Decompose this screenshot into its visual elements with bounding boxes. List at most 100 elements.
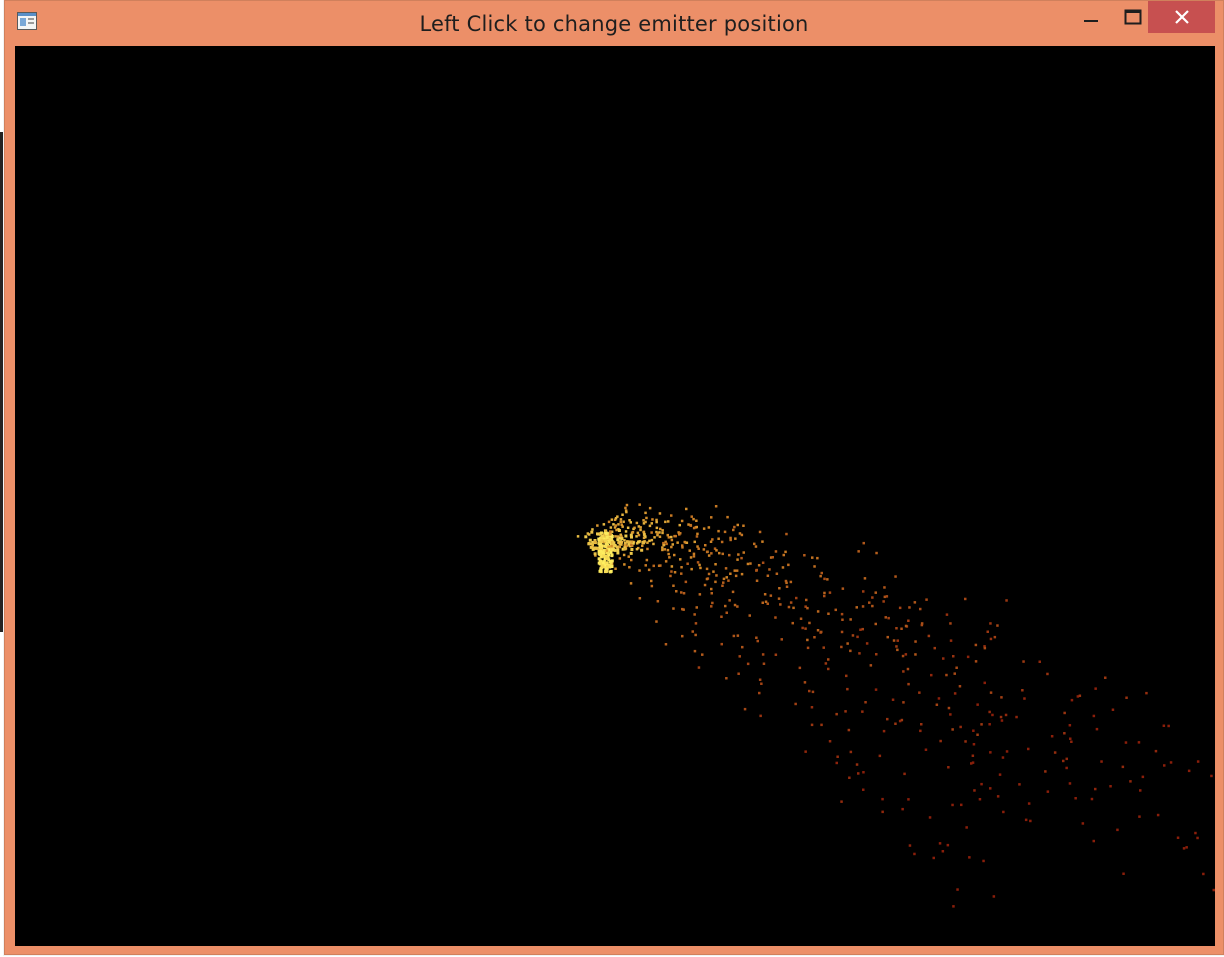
- particle: [680, 572, 683, 575]
- particle: [856, 635, 859, 639]
- particle: [904, 653, 908, 656]
- particle: [620, 537, 624, 541]
- particle: [1063, 711, 1066, 715]
- particle: [688, 549, 691, 552]
- particle: [618, 557, 622, 560]
- particle: [590, 530, 594, 534]
- particle: [676, 541, 679, 544]
- particle: [605, 542, 608, 546]
- particle: [725, 677, 728, 680]
- particle: [804, 627, 807, 630]
- particle: [1004, 713, 1008, 717]
- particle: [620, 541, 623, 544]
- particle: [761, 561, 765, 564]
- particle: [604, 561, 608, 565]
- particle: [680, 591, 683, 594]
- particle: [652, 542, 655, 546]
- particle: [828, 591, 832, 594]
- particle: [875, 551, 878, 555]
- particle: [691, 630, 694, 633]
- particle: [844, 710, 847, 713]
- particle: [1069, 737, 1072, 740]
- particle: [589, 545, 593, 549]
- close-button[interactable]: [1148, 1, 1215, 33]
- particle: [841, 587, 845, 590]
- particle: [1027, 802, 1031, 805]
- particle: [1065, 766, 1068, 770]
- particle: [1000, 696, 1003, 699]
- particle: [642, 540, 646, 544]
- particle: [682, 608, 685, 611]
- particle: [988, 723, 991, 726]
- particle: [865, 642, 869, 645]
- particle: [947, 706, 951, 710]
- particle: [784, 579, 788, 583]
- particle: [881, 797, 884, 801]
- particle: [603, 539, 607, 543]
- particle: [903, 772, 906, 776]
- app-window: Left Click to change emitter position: [4, 0, 1224, 955]
- particle: [907, 619, 910, 622]
- particle: [795, 596, 798, 600]
- particle: [1050, 735, 1054, 738]
- particle: [670, 514, 673, 517]
- particle: [1145, 691, 1148, 695]
- particle: [733, 603, 737, 607]
- particle: [964, 597, 967, 601]
- particle: [875, 653, 878, 656]
- particle: [1125, 696, 1128, 699]
- particle: [670, 565, 674, 568]
- particle: [618, 545, 621, 549]
- particle: [698, 563, 701, 567]
- particle: [623, 539, 626, 542]
- particle: [827, 667, 830, 671]
- particle: [983, 681, 986, 685]
- particle: [762, 662, 766, 665]
- particle: [895, 645, 898, 648]
- particle: [1046, 672, 1049, 676]
- particle: [625, 503, 629, 507]
- particle: [644, 511, 647, 515]
- particle: [698, 593, 702, 596]
- particle: [974, 643, 978, 647]
- particle: [627, 555, 630, 558]
- particle: [761, 653, 765, 656]
- particle: [1029, 819, 1032, 823]
- particle: [1122, 872, 1125, 875]
- particle: [754, 545, 758, 548]
- particle: [1163, 764, 1166, 767]
- particle: [696, 532, 699, 536]
- particle: [861, 710, 864, 713]
- particle: [904, 624, 908, 628]
- particle: [622, 520, 625, 523]
- particle: [748, 614, 751, 617]
- particle: [608, 560, 612, 563]
- particle: [913, 601, 917, 604]
- particle-canvas[interactable]: [15, 46, 1215, 946]
- particle: [615, 528, 618, 532]
- title-bar[interactable]: Left Click to change emitter position: [5, 1, 1223, 45]
- particle: [847, 728, 851, 732]
- particle: [953, 672, 956, 675]
- particle: [692, 517, 695, 521]
- particle: [609, 533, 612, 536]
- particle: [986, 630, 989, 633]
- particle: [598, 544, 602, 548]
- particle: [679, 558, 682, 561]
- particle: [609, 569, 613, 573]
- particle: [836, 755, 839, 758]
- minimize-button[interactable]: [1070, 1, 1112, 33]
- particle: [928, 816, 932, 819]
- particle: [670, 538, 674, 542]
- particle: [746, 562, 750, 566]
- particle: [753, 542, 756, 546]
- particle: [823, 594, 826, 598]
- particle: [717, 537, 720, 540]
- particle: [824, 662, 828, 665]
- particle: [882, 729, 886, 733]
- particle: [696, 545, 699, 548]
- particle: [959, 725, 962, 729]
- particle: [766, 574, 770, 577]
- particle: [734, 537, 737, 540]
- particle: [1015, 715, 1018, 719]
